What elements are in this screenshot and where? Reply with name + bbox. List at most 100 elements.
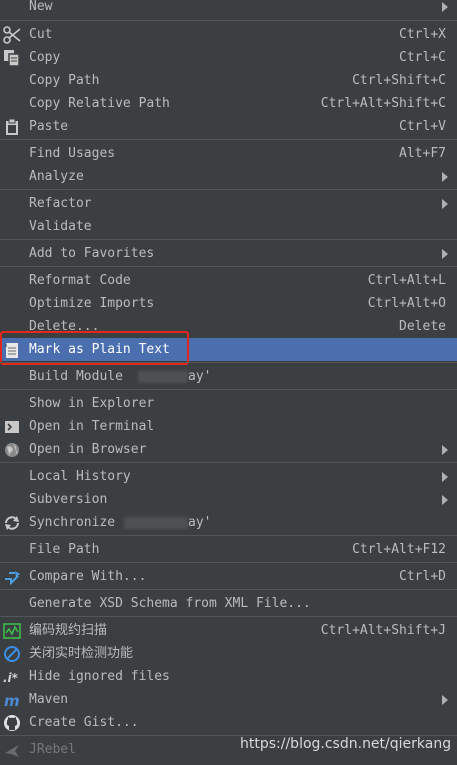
globe-icon (3, 441, 21, 459)
maven-icon: m (3, 691, 21, 709)
menu-item-synchronize[interactable]: Synchronize ay' (0, 511, 457, 534)
menu-item-label: Copy Path (29, 73, 100, 88)
menu-item-open-in-browser[interactable]: Open in Browser (0, 438, 457, 461)
menu-item-create-gist[interactable]: Create Gist... (0, 711, 457, 734)
terminal-icon (3, 418, 21, 436)
separator (0, 589, 457, 590)
menu-item-add-to-favorites[interactable]: Add to Favorites (0, 242, 457, 265)
github-icon (3, 714, 21, 732)
menu-item-shortcut: Ctrl+Shift+C (352, 73, 446, 88)
menu-item-label: Paste (29, 119, 69, 134)
submenu-arrow-icon (442, 445, 448, 455)
menu-item-hide-ignored-files[interactable]: .i* Hide ignored files (0, 665, 457, 688)
separator (0, 362, 457, 363)
menu-item-generate-xsd-schema[interactable]: Generate XSD Schema from XML File... (0, 592, 457, 615)
separator (0, 462, 457, 463)
svg-text:m: m (4, 692, 20, 709)
menu-item-label: Cut (29, 27, 53, 42)
separator (0, 389, 457, 390)
menu-item-optimize-imports[interactable]: Optimize Imports Ctrl+Alt+O (0, 292, 457, 315)
redacted-text (138, 371, 188, 383)
menu-item-cut[interactable]: Cut Ctrl+X (0, 23, 457, 46)
menu-item-shortcut: Ctrl+V (399, 119, 446, 134)
menu-item-label: Show in Explorer (29, 396, 155, 411)
menu-item-label: Validate (29, 219, 92, 234)
menu-item-disable-realtime-check[interactable]: 关闭实时检测功能 (0, 642, 457, 665)
menu-item-label: Subversion (29, 492, 108, 507)
menu-item-label: Open in Terminal (29, 419, 155, 434)
menu-item-shortcut: Ctrl+X (399, 27, 446, 42)
scissors-icon (3, 26, 21, 44)
menu-item-find-usages[interactable]: Find Usages Alt+F7 (0, 142, 457, 165)
menu-item-shortcut: Delete (399, 319, 446, 334)
menu-item-shortcut: Alt+F7 (399, 146, 446, 161)
separator (0, 562, 457, 563)
menu-item-local-history[interactable]: Local History (0, 465, 457, 488)
redacted-text (124, 517, 188, 529)
menu-item-analyze[interactable]: Analyze (0, 165, 457, 188)
ignore-file-icon: .i* (3, 668, 21, 686)
menu-item-copy[interactable]: Copy Ctrl+C (0, 46, 457, 69)
menu-item-label: Synchronize (29, 515, 116, 530)
menu-item-label: Copy Relative Path (29, 96, 170, 111)
sync-icon (3, 514, 21, 532)
menu-item-open-in-terminal[interactable]: Open in Terminal (0, 415, 457, 438)
menu-item-code-scan[interactable]: 编码规约扫描 Ctrl+Alt+Shift+J (0, 619, 457, 642)
menu-item-label: 关闭实时检测功能 (29, 646, 134, 661)
menu-item-label: Hide ignored files (29, 669, 170, 684)
code-scan-icon (3, 622, 21, 640)
menu-item-build-module[interactable]: Build Module ay' (0, 365, 457, 388)
submenu-arrow-icon (442, 495, 448, 505)
menu-item-show-in-explorer[interactable]: Show in Explorer (0, 392, 457, 415)
separator (0, 139, 457, 140)
menu-item-label-suffix: ay' (188, 369, 212, 384)
menu-item-validate[interactable]: Validate (0, 215, 457, 238)
submenu-arrow-icon (442, 472, 448, 482)
menu-item-label-suffix: ay' (188, 515, 212, 530)
separator (0, 535, 457, 536)
separator (0, 266, 457, 267)
red-highlight-box (0, 331, 189, 365)
submenu-arrow-icon (442, 249, 448, 259)
menu-item-copy-path[interactable]: Copy Path Ctrl+Shift+C (0, 69, 457, 92)
menu-item-file-path[interactable]: File Path Ctrl+Alt+F12 (0, 538, 457, 561)
menu-item-shortcut: Ctrl+Alt+F12 (352, 542, 446, 557)
menu-item-shortcut: Ctrl+Alt+O (367, 296, 446, 311)
menu-item-reformat-code[interactable]: Reformat Code Ctrl+Alt+L (0, 269, 457, 292)
svg-text:.i*: .i* (3, 671, 19, 685)
separator (0, 616, 457, 617)
menu-item-label: Copy (29, 50, 61, 65)
context-menu: New Cut Ctrl+X Copy Ctrl+C Copy Path Ctr… (0, 0, 457, 765)
menu-item-paste[interactable]: Paste Ctrl+V (0, 115, 457, 138)
submenu-arrow-icon (442, 2, 448, 12)
menu-item-refactor[interactable]: Refactor (0, 192, 457, 215)
menu-item-shortcut: Ctrl+Alt+Shift+C (320, 96, 446, 111)
menu-item-label: Generate XSD Schema from XML File... (29, 596, 311, 611)
menu-item-copy-relative-path[interactable]: Copy Relative Path Ctrl+Alt+Shift+C (0, 92, 457, 115)
menu-item-label: Build Module (29, 369, 123, 384)
menu-item-shortcut: Ctrl+C (399, 50, 446, 65)
menu-item-maven[interactable]: m Maven (0, 688, 457, 711)
menu-item-label: File Path (29, 542, 100, 557)
menu-item-subversion[interactable]: Subversion (0, 488, 457, 511)
menu-item-label: Open in Browser (29, 442, 147, 457)
menu-item-compare-with[interactable]: Compare With... Ctrl+D (0, 565, 457, 588)
menu-item-label: 编码规约扫描 (29, 623, 108, 638)
menu-item-label: JRebel (29, 742, 76, 757)
menu-item-label: Optimize Imports (29, 296, 155, 311)
menu-item-label: Refactor (29, 196, 92, 211)
jrebel-icon (3, 741, 21, 759)
menu-item-label: Analyze (29, 169, 84, 184)
clipboard-icon (3, 118, 21, 136)
disable-icon (3, 645, 21, 663)
submenu-arrow-icon (442, 695, 448, 705)
compare-icon (3, 568, 21, 586)
menu-item-new[interactable]: New (0, 0, 457, 18)
menu-item-shortcut: Ctrl+Alt+Shift+J (320, 623, 446, 638)
menu-item-label: Local History (29, 469, 131, 484)
menu-item-shortcut: Ctrl+Alt+L (367, 273, 446, 288)
menu-item-label: Find Usages (29, 146, 116, 161)
submenu-arrow-icon (442, 172, 448, 182)
copy-icon (3, 49, 21, 67)
menu-item-label: Compare With... (29, 569, 147, 584)
